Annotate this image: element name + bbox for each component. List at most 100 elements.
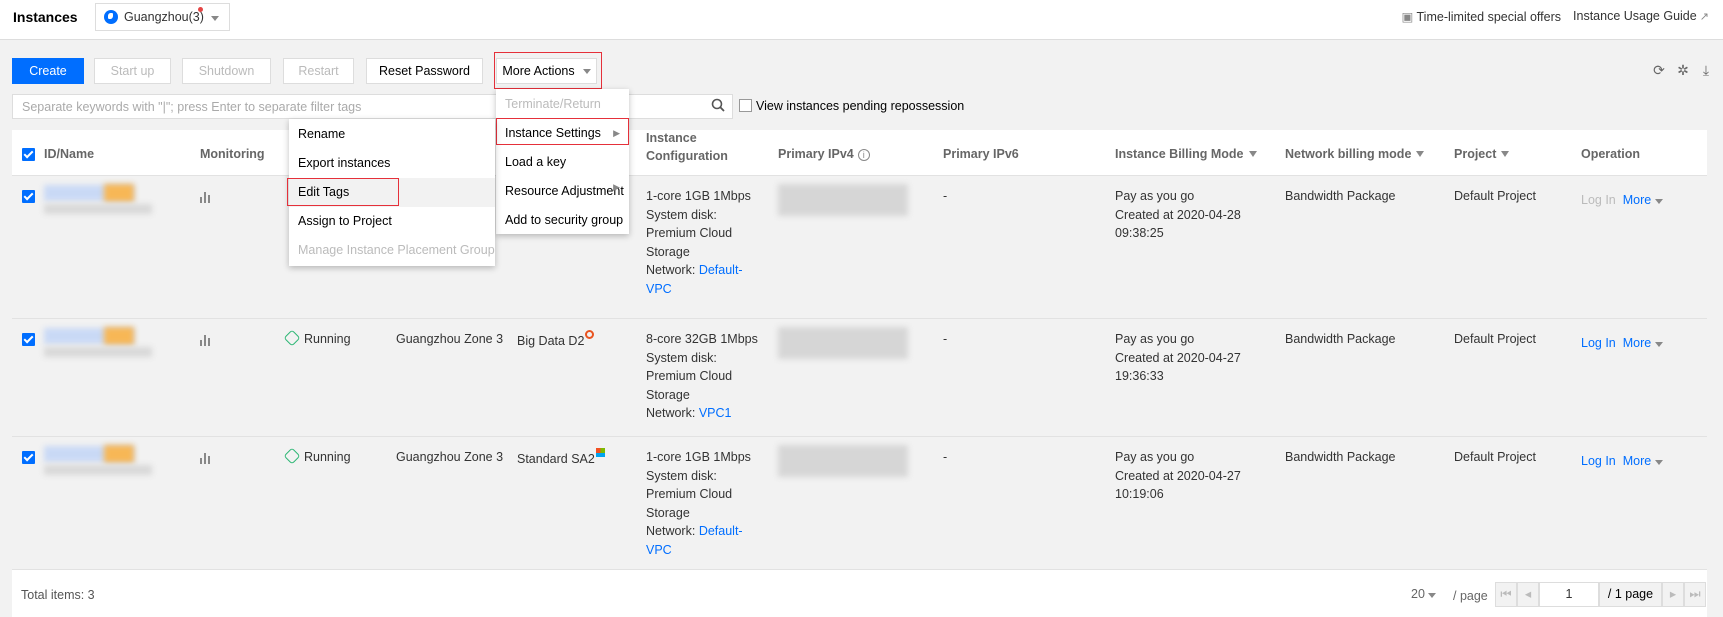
filter-icon[interactable] (1248, 151, 1257, 157)
restart-button[interactable]: Restart (283, 58, 354, 84)
menu-item-resource-adjustment[interactable]: Resource Adjustment ▶ (496, 177, 629, 206)
login-link[interactable]: Log In (1581, 454, 1616, 468)
config-line: Premium Cloud (646, 487, 733, 501)
billing-mode: Pay as you go (1115, 332, 1195, 346)
reset-password-button[interactable]: Reset Password (366, 58, 483, 84)
usage-guide-link[interactable]: Instance Usage Guide ↗ (1573, 9, 1709, 24)
menu-item-load-key[interactable]: Load a key (496, 148, 629, 177)
config-spec: 1-core 1GB 1Mbps (646, 450, 751, 464)
col-config: Instance Configuration (646, 129, 728, 165)
config-cell: 8-core 32GB 1Mbps System disk: Premium C… (646, 330, 764, 423)
config-spec: 8-core 32GB 1Mbps (646, 332, 758, 346)
more-dropdown[interactable]: More (1623, 454, 1663, 468)
more-label: More (1622, 336, 1652, 350)
zone-cell: Guangzhou Zone 3 (396, 450, 504, 464)
instance-tag-blurred (104, 445, 134, 463)
config-line: Storage (646, 505, 690, 520)
config-line: Storage (646, 387, 690, 402)
instance-tag-blurred (104, 327, 134, 345)
region-selector[interactable]: Guangzhou(3) (95, 3, 230, 31)
filter-icon[interactable] (1416, 151, 1425, 157)
row-checkbox[interactable] (22, 333, 35, 346)
last-page-icon[interactable]: ⏭ (1684, 582, 1706, 607)
config-line: Storage (646, 244, 690, 259)
external-link-icon: ↗ (1696, 11, 1709, 23)
start-up-button[interactable]: Start up (94, 58, 171, 84)
created-time: 19:36:33 (1115, 369, 1164, 383)
net-billing-cell: Bandwidth Package (1285, 189, 1396, 203)
chevron-down-icon (1654, 460, 1663, 465)
create-button[interactable]: Create (12, 58, 84, 84)
col-monitoring: Monitoring (200, 147, 265, 161)
monitoring-icon[interactable] (200, 335, 210, 346)
page-title: Instances (13, 9, 78, 25)
created-date: Created at 2020-04-28 (1115, 207, 1241, 222)
top-links: ▣ Time-limited special offers Instance U… (1401, 9, 1709, 24)
chevron-right-icon: ▶ (613, 182, 620, 192)
special-offers-link[interactable]: ▣ Time-limited special offers (1401, 9, 1561, 24)
search-icon[interactable] (711, 98, 725, 112)
network-label: Network: (646, 524, 696, 538)
col-net-billing: Network billing mode (1285, 147, 1425, 161)
instance-tag-blurred (104, 184, 134, 202)
menu-item-export-instances[interactable]: Export instances (289, 149, 495, 178)
config-cell: 1-core 1GB 1Mbps System disk: Premium Cl… (646, 448, 764, 559)
notification-dot (198, 7, 203, 12)
pending-repossession-checkbox[interactable] (739, 99, 752, 112)
config-line: Premium Cloud (646, 226, 733, 240)
billing-mode: Pay as you go (1115, 189, 1195, 203)
type-cell: Standard SA2 (517, 448, 605, 469)
project-cell: Default Project (1454, 332, 1536, 346)
more-actions-menu: Terminate/Return Instance Settings ▶ Load… (496, 89, 629, 234)
select-all-checkbox[interactable] (22, 148, 35, 161)
menu-item-assign-project[interactable]: Assign to Project (289, 207, 495, 236)
settings-icon[interactable]: ✲ (1675, 62, 1691, 78)
col-config-line: Configuration (646, 149, 728, 163)
network-link[interactable]: VPC1 (699, 406, 732, 420)
col-project: Project (1454, 147, 1510, 161)
type-label: Standard SA2 (517, 452, 595, 466)
ipv4-blurred (778, 327, 908, 359)
col-config-line: Instance (646, 131, 697, 145)
chevron-down-icon (1428, 593, 1437, 598)
col-project-label: Project (1454, 147, 1497, 161)
net-billing-cell: Bandwidth Package (1285, 450, 1396, 464)
operation-cell: Log In More (1581, 334, 1663, 353)
row-checkbox[interactable] (22, 190, 35, 203)
billing-cell: Pay as you go Created at 2020-04-27 10:1… (1115, 448, 1241, 504)
project-cell: Default Project (1454, 189, 1536, 203)
next-page-icon[interactable]: ▸ (1662, 582, 1684, 607)
filter-icon[interactable] (1501, 151, 1510, 157)
menu-item-terminate-return[interactable]: Terminate/Return (496, 90, 629, 119)
login-link[interactable]: Log In (1581, 193, 1616, 207)
net-billing-cell: Bandwidth Package (1285, 332, 1396, 346)
first-page-icon[interactable]: ⏮ (1495, 582, 1517, 607)
more-dropdown[interactable]: More (1623, 193, 1663, 207)
row-checkbox[interactable] (22, 451, 35, 464)
monitoring-icon[interactable] (200, 453, 210, 464)
refresh-icon[interactable]: ⟳ (1651, 62, 1667, 78)
operation-cell: Log In More (1581, 191, 1663, 210)
special-offers-label: Time-limited special offers (1416, 10, 1562, 24)
more-dropdown[interactable]: More (1623, 336, 1663, 350)
type-label: Big Data D2 (517, 334, 585, 348)
download-icon[interactable]: ⤓ (1698, 62, 1714, 78)
info-icon[interactable]: i (857, 149, 870, 161)
monitoring-icon[interactable] (200, 192, 210, 203)
chevron-down-icon (1654, 342, 1663, 347)
login-link[interactable]: Log In (1581, 336, 1616, 350)
status-cell: Running (283, 329, 351, 349)
operation-cell: Log In More (1581, 452, 1663, 471)
page-size-select[interactable]: 20 (1411, 587, 1437, 601)
chevron-down-icon (1654, 199, 1663, 204)
menu-item-placement-group[interactable]: Manage Instance Placement Group (289, 236, 495, 265)
col-billing: Instance Billing Mode (1115, 147, 1257, 161)
instance-name-blurred (44, 465, 152, 475)
menu-item-rename[interactable]: Rename (289, 120, 495, 149)
network-label: Network: (646, 263, 696, 277)
menu-item-security-group[interactable]: Add to security group (496, 206, 629, 235)
page-input[interactable]: 1 (1539, 582, 1599, 607)
prev-page-icon[interactable]: ◂ (1517, 582, 1539, 607)
shutdown-button[interactable]: Shutdown (182, 58, 271, 84)
billing-cell: Pay as you go Created at 2020-04-27 19:3… (1115, 330, 1241, 386)
